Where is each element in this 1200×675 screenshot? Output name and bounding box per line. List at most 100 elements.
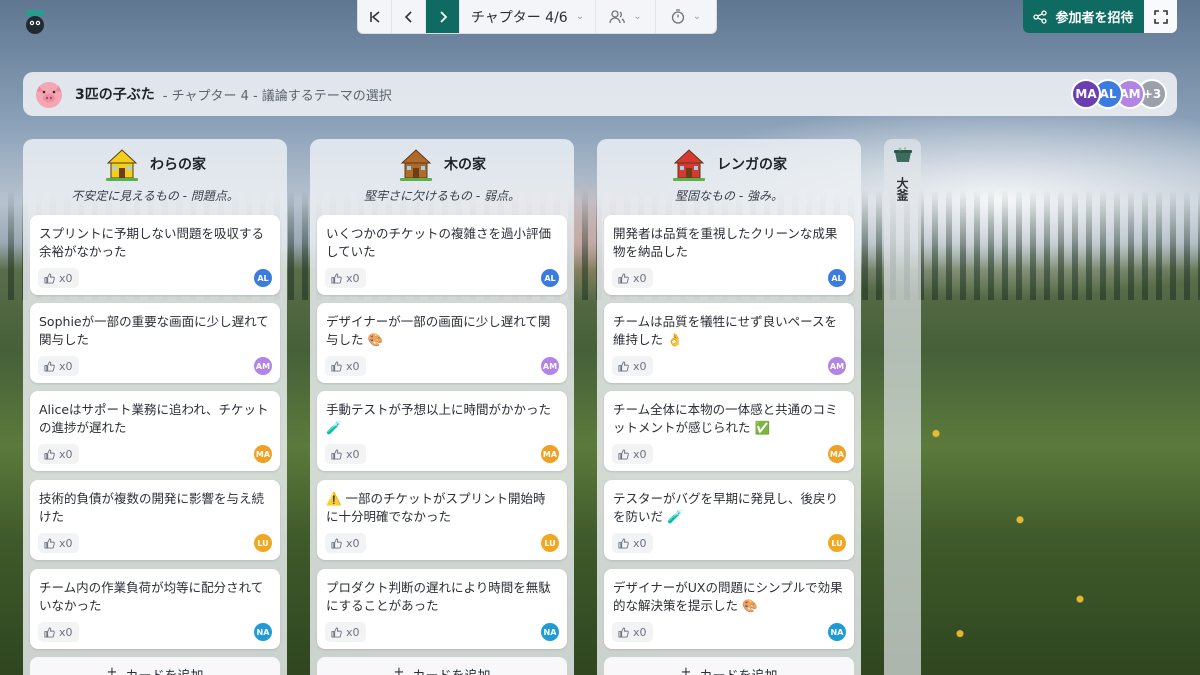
retro-card[interactable]: ⚠️ 一部のチケットがスプリント開始時に十分明確でなかった x0 LU <box>317 480 567 560</box>
like-button[interactable]: x0 <box>612 444 653 464</box>
like-button[interactable]: x0 <box>325 268 366 288</box>
author-badge: NA <box>828 623 846 641</box>
card-text: 技術的負債が複数の開発に影響を与え続けた <box>39 491 265 524</box>
chapter-selector[interactable]: チャプター 4/6 ⌄ <box>460 0 596 33</box>
retro-card[interactable]: Aliceはサポート業務に追われ、チケットの進捗が遅れた x0 MA <box>30 391 280 471</box>
add-card-button[interactable]: + カードを追加 <box>317 657 567 675</box>
chevron-down-icon: ⌄ <box>633 11 642 22</box>
thumbs-up-icon <box>44 272 55 284</box>
retro-card[interactable]: チームは品質を犠牲にせず良いペースを維持した 👌 x0 AM <box>604 303 854 383</box>
add-card-button[interactable]: + カードを追加 <box>604 657 854 675</box>
house-icon <box>400 149 432 181</box>
thumbs-up-icon <box>44 360 55 372</box>
card-text: チーム内の作業負荷が均等に配分されていなかった <box>39 580 264 613</box>
like-button[interactable]: x0 <box>612 533 653 553</box>
invite-label: 参加者を招待 <box>1055 11 1134 26</box>
side-column-cauldron[interactable]: 大釜 <box>884 139 921 675</box>
thumbs-up-icon <box>331 537 342 549</box>
retro-card[interactable]: テスターがバグを早期に発見し、後戻りを防いだ 🧪 x0 LU <box>604 480 854 560</box>
retro-card[interactable]: 開発者は品質を重視したクリーンな成果物を納品した x0 AL <box>604 215 854 295</box>
column-header: 木の家 堅牢さに欠けるもの - 弱点。 <box>310 139 574 215</box>
like-button[interactable]: x0 <box>38 444 79 464</box>
fullscreen-button[interactable] <box>1144 0 1177 33</box>
like-count: x0 <box>633 625 647 639</box>
timer-icon <box>671 9 684 24</box>
share-icon <box>1033 9 1048 24</box>
card-text: いくつかのチケットの複雑さを過小評価していた <box>326 226 552 259</box>
like-button[interactable]: x0 <box>612 356 653 376</box>
column-header: わらの家 不安定に見えるもの - 問題点。 <box>23 139 287 215</box>
author-badge: AM <box>254 357 272 375</box>
next-chapter-button[interactable] <box>426 0 460 33</box>
author-badge: AM <box>828 357 846 375</box>
users-icon <box>609 9 626 23</box>
like-count: x0 <box>59 447 73 461</box>
participant-avatars[interactable]: MA AL AM +3 <box>1071 79 1167 109</box>
like-count: x0 <box>59 536 73 550</box>
retro-card[interactable]: 手動テストが予想以上に時間がかかった 🧪 x0 MA <box>317 391 567 471</box>
timer-dropdown[interactable]: ⌄ <box>656 0 716 33</box>
cauldron-icon <box>893 147 912 162</box>
author-badge: NA <box>254 623 272 641</box>
like-button[interactable]: x0 <box>325 444 366 464</box>
thumbs-up-icon <box>331 272 342 284</box>
retro-card[interactable]: デザイナーがUXの問題にシンプルで効果的な解決策を提示した 🎨 x0 NA <box>604 569 854 649</box>
board-title: 3匹の子ぶた <box>75 87 155 103</box>
author-badge: LU <box>254 534 272 552</box>
author-badge: NA <box>541 623 559 641</box>
retro-card[interactable]: デザイナーが一部の画面に少し遅れて関与した 🎨 x0 AM <box>317 303 567 383</box>
author-badge: AL <box>254 269 272 287</box>
chapter-label: チャプター 4/6 <box>470 9 568 26</box>
column-title: 木の家 <box>444 157 486 173</box>
retro-card[interactable]: プロダクト判断の遅れにより時間を無駄にすることがあった x0 NA <box>317 569 567 649</box>
like-button[interactable]: x0 <box>325 622 366 642</box>
card-text: チームは品質を犠牲にせず良いペースを維持した 👌 <box>613 314 838 347</box>
pig-icon <box>36 82 62 108</box>
like-count: x0 <box>59 359 73 373</box>
board-title-bar: 3匹の子ぶた - チャプター 4 - 議論するテーマの選択 MA AL AM +3 <box>23 72 1177 116</box>
retro-card[interactable]: チーム全体に本物の一体感と共通のコミットメントが感じられた ✅ x0 MA <box>604 391 854 471</box>
thumbs-up-icon <box>44 448 55 460</box>
chevron-right-icon <box>439 11 447 23</box>
like-button[interactable]: x0 <box>325 533 366 553</box>
retro-card[interactable]: スプリントに予期しない問題を吸収する余裕がなかった x0 AL <box>30 215 280 295</box>
previous-chapter-button[interactable] <box>392 0 426 33</box>
retro-card[interactable]: 技術的負債が複数の開発に影響を与え続けた x0 LU <box>30 480 280 560</box>
card-text: Sophieが一部の重要な画面に少し遅れて関与した <box>39 314 269 347</box>
house-icon <box>106 149 138 181</box>
thumbs-up-icon <box>618 360 629 372</box>
column-description: 不安定に見えるもの - 問題点。 <box>71 189 239 203</box>
board-subtitle: - チャプター 4 - 議論するテーマの選択 <box>162 88 392 104</box>
thumbs-up-icon <box>618 272 629 284</box>
retro-card[interactable]: いくつかのチケットの複雑さを過小評価していた x0 AL <box>317 215 567 295</box>
like-count: x0 <box>633 536 647 550</box>
like-button[interactable]: x0 <box>325 356 366 376</box>
column-description: 堅牢さに欠けるもの - 弱点。 <box>364 189 520 203</box>
participants-dropdown[interactable]: ⌄ <box>596 0 656 33</box>
like-button[interactable]: x0 <box>612 622 653 642</box>
card-text: 手動テストが予想以上に時間がかかった 🧪 <box>326 402 552 435</box>
like-button[interactable]: x0 <box>38 622 79 642</box>
column-description: 堅固なもの - 強み。 <box>675 189 783 203</box>
first-chapter-button[interactable] <box>358 0 392 33</box>
invite-participants-button[interactable]: 参加者を招待 <box>1023 0 1144 33</box>
like-button[interactable]: x0 <box>38 268 79 288</box>
card-text: デザイナーがUXの問題にシンプルで効果的な解決策を提示した 🎨 <box>613 580 843 613</box>
author-badge: MA <box>541 445 559 463</box>
thumbs-up-icon <box>331 626 342 638</box>
house-icon <box>673 149 705 181</box>
app-logo-icon[interactable] <box>22 8 48 36</box>
retro-card[interactable]: チーム内の作業負荷が均等に配分されていなかった x0 NA <box>30 569 280 649</box>
author-badge: AM <box>541 357 559 375</box>
like-button[interactable]: x0 <box>38 356 79 376</box>
like-count: x0 <box>346 536 360 550</box>
retro-card[interactable]: Sophieが一部の重要な画面に少し遅れて関与した x0 AM <box>30 303 280 383</box>
card-text: 開発者は品質を重視したクリーンな成果物を納品した <box>613 226 838 259</box>
plus-icon: + <box>106 665 118 675</box>
add-card-button[interactable]: + カードを追加 <box>30 657 280 675</box>
side-column-label: 大釜 <box>895 177 909 201</box>
like-button[interactable]: x0 <box>38 533 79 553</box>
add-card-label: カードを追加 <box>125 665 203 675</box>
participant-avatar[interactable]: MA <box>1071 79 1101 109</box>
like-button[interactable]: x0 <box>612 268 653 288</box>
